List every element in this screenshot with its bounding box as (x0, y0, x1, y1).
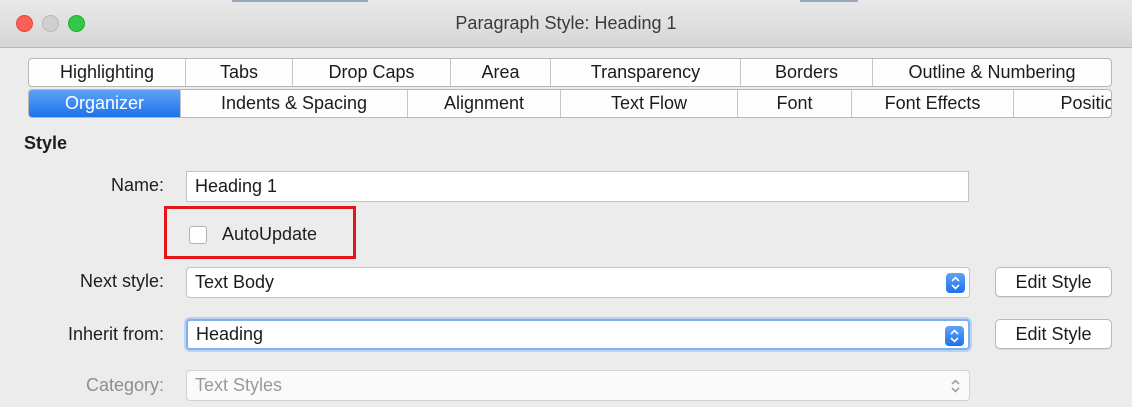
autoupdate-checkbox[interactable] (189, 226, 207, 244)
tab-outline-numbering[interactable]: Outline & Numbering (873, 59, 1111, 86)
tab-tabs[interactable]: Tabs (186, 59, 293, 86)
select-stepper-icon[interactable] (946, 273, 965, 293)
window-title: Paragraph Style: Heading 1 (455, 13, 677, 33)
tab-position[interactable]: Position (1014, 90, 1111, 117)
tab-font-effects[interactable]: Font Effects (852, 90, 1014, 117)
tab-transparency[interactable]: Transparency (551, 59, 741, 86)
category-value: Text Styles (195, 375, 283, 395)
select-stepper-icon[interactable] (945, 326, 964, 346)
inherit-from-edit-button[interactable]: Edit Style (995, 319, 1112, 349)
category-select: Text Styles (186, 370, 970, 401)
category-label: Category: (85, 375, 164, 395)
title-bar: Paragraph Style: Heading 1 (0, 0, 1132, 48)
tab-row-1: Highlighting Tabs Drop Caps Area Transpa… (28, 58, 1112, 87)
name-field[interactable]: Heading 1 (186, 171, 969, 202)
next-style-edit-button[interactable]: Edit Style (995, 267, 1112, 297)
tab-alignment[interactable]: Alignment (408, 90, 561, 117)
inherit-from-value: Heading (196, 324, 264, 344)
next-style-value: Text Body (195, 272, 275, 292)
name-label: Name: (110, 175, 164, 195)
next-style-label: Next style: (79, 271, 164, 291)
style-section-heading: Style (24, 133, 68, 153)
tab-font[interactable]: Font (738, 90, 852, 117)
autoupdate-label[interactable]: AutoUpdate (222, 224, 317, 245)
next-style-select[interactable]: Text Body (186, 267, 970, 298)
tab-borders[interactable]: Borders (741, 59, 873, 86)
select-stepper-icon (946, 376, 965, 396)
inherit-from-select[interactable]: Heading (186, 319, 970, 350)
tab-text-flow[interactable]: Text Flow (561, 90, 738, 117)
title-bar-decoration (232, 0, 368, 2)
title-bar-decoration (800, 0, 858, 2)
tab-organizer[interactable]: Organizer (29, 90, 181, 117)
inherit-from-label: Inherit from: (67, 324, 164, 344)
tab-row-2: Organizer Indents & Spacing Alignment Te… (28, 89, 1112, 118)
tab-highlighting[interactable]: Highlighting (29, 59, 186, 86)
tab-indents-spacing[interactable]: Indents & Spacing (181, 90, 408, 117)
tab-area[interactable]: Area (451, 59, 551, 86)
tab-drop-caps[interactable]: Drop Caps (293, 59, 451, 86)
